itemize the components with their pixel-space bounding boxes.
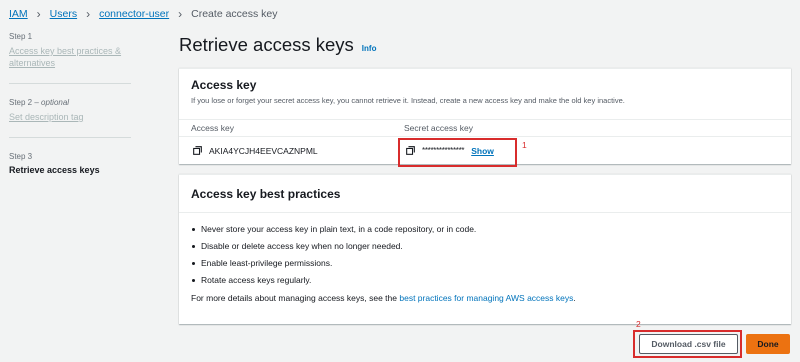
access-key-id: AKIA4YCJH4EEVCAZNPML <box>209 145 318 156</box>
chevron-right-icon: › <box>178 7 183 21</box>
annotation-label-1: 1 <box>522 140 527 150</box>
step-3: Step 3 Retrieve access keys <box>9 152 131 185</box>
breadcrumb: IAM › Users › connector-user › Create ac… <box>9 8 278 20</box>
access-key-cell: AKIA4YCJH4EEVCAZNPML <box>179 146 392 156</box>
info-link[interactable]: Info <box>362 44 377 53</box>
step-2-title: Set description tag <box>9 112 84 122</box>
best-practices-more: For more details about managing access k… <box>191 293 779 303</box>
chevron-right-icon: › <box>36 7 41 21</box>
more-prefix: For more details about managing access k… <box>191 293 400 303</box>
step-2: Step 2 – optional Set description tag <box>9 98 131 133</box>
list-item: Never store your access key in plain tex… <box>191 225 779 234</box>
breadcrumb-connector-user[interactable]: connector-user <box>99 8 169 20</box>
page-title: Retrieve access keys Info <box>179 34 376 56</box>
breadcrumb-iam[interactable]: IAM <box>9 8 28 20</box>
column-secret-access-key: Secret access key <box>404 123 473 133</box>
wizard-steps: Step 1 Access key best practices & alter… <box>9 32 131 185</box>
annotation-box-1 <box>398 138 517 167</box>
done-button[interactable]: Done <box>746 334 790 354</box>
step-2-number: Step 2 – optional <box>9 98 70 107</box>
access-key-table-header: Access key Secret access key <box>179 119 791 137</box>
step-3-number: Step 3 <box>9 152 33 161</box>
best-practices-link[interactable]: best practices for managing AWS access k… <box>399 293 573 303</box>
more-suffix: . <box>573 293 576 303</box>
page-title-text: Retrieve access keys <box>179 34 354 55</box>
step-3-title: Retrieve access keys <box>9 165 100 175</box>
best-practices-card: Access key best practices Never store yo… <box>179 174 791 324</box>
breadcrumb-users[interactable]: Users <box>50 8 77 20</box>
list-item: Enable least-privilege permissions. <box>191 259 779 268</box>
step-divider <box>9 83 131 84</box>
step-1-number: Step 1 <box>9 32 33 41</box>
copy-icon[interactable] <box>193 146 202 155</box>
best-practices-title: Access key best practices <box>191 187 341 201</box>
access-key-card-description: If you lose or forget your secret access… <box>191 96 625 105</box>
step-1-title: Access key best practices & alternatives <box>9 46 122 68</box>
chevron-right-icon: › <box>86 7 91 21</box>
list-item: Rotate access keys regularly. <box>191 276 779 285</box>
annotation-label-2: 2 <box>636 319 641 329</box>
access-key-card-title: Access key <box>191 78 257 92</box>
step-divider <box>9 137 131 138</box>
breadcrumb-current: Create access key <box>191 8 278 20</box>
column-access-key: Access key <box>191 123 234 133</box>
best-practices-list: Never store your access key in plain tex… <box>191 225 779 285</box>
list-item: Disable or delete access key when no lon… <box>191 242 779 251</box>
download-csv-button[interactable]: Download .csv file <box>639 334 738 354</box>
step-1: Step 1 Access key best practices & alter… <box>9 32 131 79</box>
